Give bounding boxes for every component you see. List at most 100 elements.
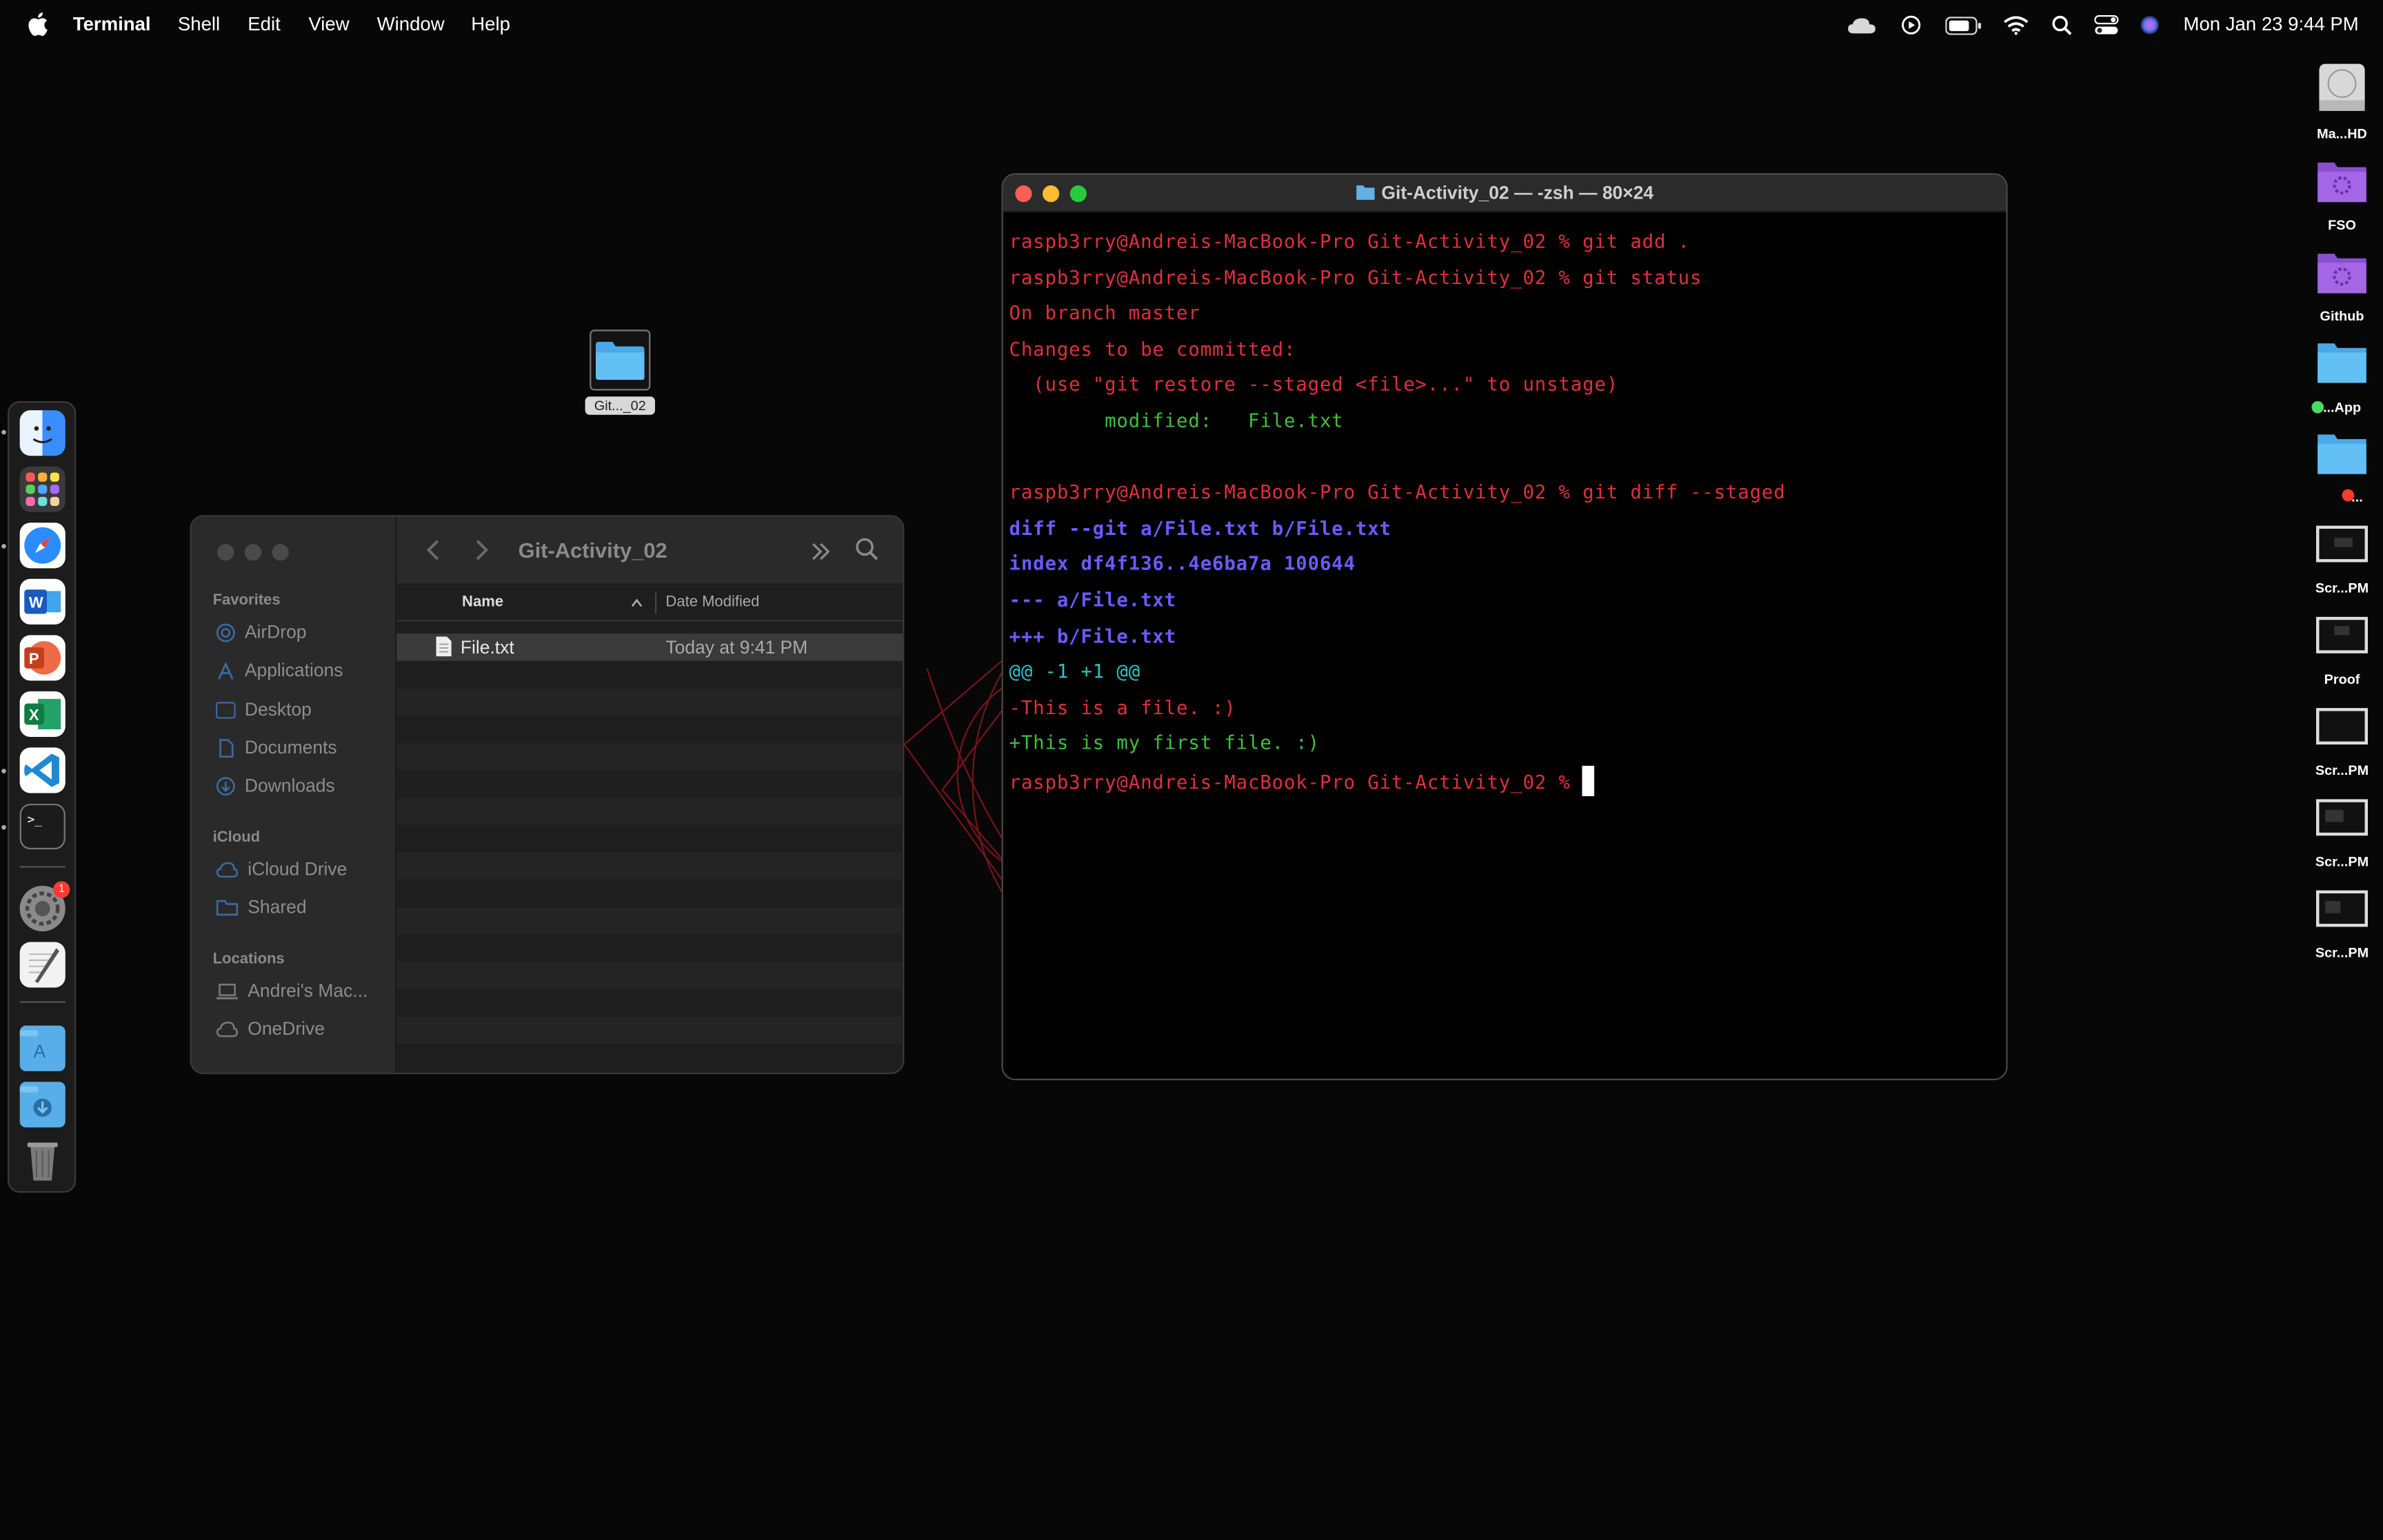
terminal-title: Git-Activity_02 — -zsh — 80×24 — [1003, 182, 2007, 203]
finder-title: Git-Activity_02 — [518, 538, 667, 563]
sidebar-item-applications[interactable]: Applications — [216, 659, 343, 681]
excel-icon[interactable]: X — [19, 691, 66, 737]
menu-edit[interactable]: Edit — [248, 14, 280, 35]
wifi-icon[interactable] — [2003, 15, 2029, 35]
column-date-header[interactable]: Date Modified — [665, 594, 759, 611]
green-tag-icon — [2311, 401, 2324, 414]
desktop-icon — [215, 701, 236, 718]
sidebar-item-desktop[interactable]: Desktop — [215, 698, 312, 720]
terminal-line-text: diff --git a/File.txt b/File.txt — [1009, 516, 1391, 539]
terminal-line-text: raspb3rry@Andreis-MacBook-Pro Git-Activi… — [1009, 480, 1786, 503]
terminal-line: --- a/File.txt — [1009, 587, 1786, 622]
hard-drive-icon[interactable] — [2313, 61, 2371, 115]
file-name: File.txt — [460, 636, 514, 658]
search-icon[interactable] — [856, 538, 878, 560]
forward-icon[interactable] — [474, 538, 490, 562]
sidebar-item-shared[interactable]: Shared — [216, 896, 307, 918]
terminal-line: raspb3rry@Andreis-MacBook-Pro Git-Activi… — [1009, 228, 1786, 264]
battery-icon[interactable] — [1945, 17, 1982, 35]
safari-icon[interactable] — [19, 523, 66, 569]
sidebar-item-label: Applications — [244, 659, 343, 681]
running-indicator — [1, 429, 6, 435]
terminal-line-text: index df4f136..4e6ba7a 100644 — [1009, 551, 1356, 575]
terminal-line: raspb3rry@Andreis-MacBook-Pro Git-Activi… — [1009, 479, 1786, 515]
terminal-titlebar[interactable]: Git-Activity_02 — -zsh — 80×24 — [1003, 174, 2007, 213]
screenshot-icon[interactable] — [2313, 523, 2371, 565]
system-settings-icon[interactable]: 1 — [19, 881, 70, 932]
terminal-line: @@ -1 +1 @@ — [1009, 658, 1786, 694]
sidebar-heading-locations: Locations — [212, 951, 285, 969]
screenshot-icon[interactable] — [2313, 705, 2371, 748]
terminal-window: Git-Activity_02 — -zsh — 80×24 raspb3rry… — [1001, 173, 2008, 1081]
empty-row — [396, 742, 903, 771]
more-toolbar-icon[interactable] — [810, 543, 832, 560]
empty-row — [396, 661, 903, 689]
back-icon[interactable] — [425, 538, 441, 562]
folder-icon — [1356, 185, 1375, 200]
finder-icon[interactable] — [19, 410, 66, 456]
sidebar-item-downloads[interactable]: Downloads — [216, 775, 335, 796]
desktop-icon-label: Proof — [2324, 671, 2360, 687]
dock: W P X >_ 1 A — [1, 401, 77, 1193]
menu-help[interactable]: Help — [471, 14, 510, 35]
document-icon — [219, 738, 234, 757]
purple-folder-icon[interactable] — [2313, 156, 2371, 205]
downloads-folder-icon[interactable] — [19, 1082, 66, 1128]
sidebar-item-label: AirDrop — [244, 621, 307, 643]
word-icon[interactable]: W — [19, 578, 66, 625]
play-icon[interactable] — [1901, 15, 1921, 35]
screenshot-icon[interactable] — [2313, 887, 2371, 930]
vscode-icon[interactable] — [19, 747, 66, 793]
sidebar-item-documents[interactable]: Documents — [216, 737, 337, 758]
terminal-line-text: -This is a file. :) — [1009, 695, 1236, 718]
sidebar-item-label: Shared — [248, 896, 307, 918]
desktop-folder-label: Git..._02 — [585, 396, 655, 415]
folder-icon[interactable] — [2313, 337, 2371, 386]
purple-folder-icon[interactable] — [2313, 247, 2371, 296]
sidebar-item-onedrive[interactable]: OneDrive — [216, 1018, 325, 1040]
control-center-icon[interactable] — [2094, 15, 2119, 35]
desktop-icon-label: Scr...PM — [2315, 944, 2369, 960]
column-divider[interactable] — [654, 592, 657, 614]
search-icon[interactable] — [2052, 15, 2072, 35]
powerpoint-icon[interactable]: P — [19, 635, 66, 681]
column-name-header[interactable]: Name — [462, 594, 503, 611]
table-row[interactable]: File.txt Today at 9:41 PM — [396, 634, 903, 661]
file-date: Today at 9:41 PM — [665, 636, 808, 658]
menu-shell[interactable]: Shell — [178, 14, 220, 35]
screenshot-icon[interactable] — [2313, 614, 2371, 656]
menu-view[interactable]: View — [308, 14, 349, 35]
screenshot-icon[interactable] — [2313, 796, 2371, 839]
icloud-icon[interactable] — [1847, 17, 1877, 34]
applications-folder-icon[interactable]: A — [19, 1025, 66, 1071]
siri-icon[interactable] — [2140, 15, 2160, 35]
finder-toolbar: Git-Activity_02 — [396, 516, 903, 585]
launchpad-icon[interactable] — [19, 466, 66, 512]
textedit-icon[interactable] — [19, 942, 66, 988]
terminal-line-text: (use "git restore --staged <file>..." to… — [1009, 372, 1619, 396]
folder-icon[interactable] — [2313, 429, 2371, 478]
terminal-icon[interactable]: >_ — [19, 803, 66, 850]
menu-clock[interactable]: Mon Jan 23 9:44 PM — [2183, 14, 2358, 35]
running-indicator — [1, 824, 6, 830]
sidebar-item-icloud-drive[interactable]: iCloud Drive — [216, 858, 347, 880]
apple-menu-icon[interactable] — [28, 12, 49, 37]
menu-window[interactable]: Window — [377, 14, 445, 35]
trash-icon[interactable] — [20, 1138, 66, 1184]
sidebar-item-airdrop[interactable]: AirDrop — [216, 621, 307, 642]
terminal-line: +++ b/File.txt — [1009, 622, 1786, 658]
minimize-button[interactable] — [244, 544, 262, 561]
sidebar-item-label: Downloads — [244, 775, 335, 796]
sidebar-item-mac[interactable]: Andrei's Mac... — [216, 980, 368, 1002]
terminal-line-text: --- a/File.txt — [1009, 587, 1177, 611]
close-button[interactable] — [217, 544, 234, 561]
dock-separator — [19, 1001, 66, 1003]
terminal-output[interactable]: raspb3rry@Andreis-MacBook-Pro Git-Activi… — [1009, 228, 1786, 802]
sort-ascending-icon[interactable] — [631, 598, 643, 607]
desktop-icon-label: ...App — [2322, 399, 2362, 415]
terminal-line: index df4f136..4e6ba7a 100644 — [1009, 551, 1786, 587]
zoom-button[interactable] — [272, 544, 289, 561]
menu-app-name[interactable]: Terminal — [73, 14, 151, 35]
sidebar-item-label: Desktop — [244, 698, 312, 720]
